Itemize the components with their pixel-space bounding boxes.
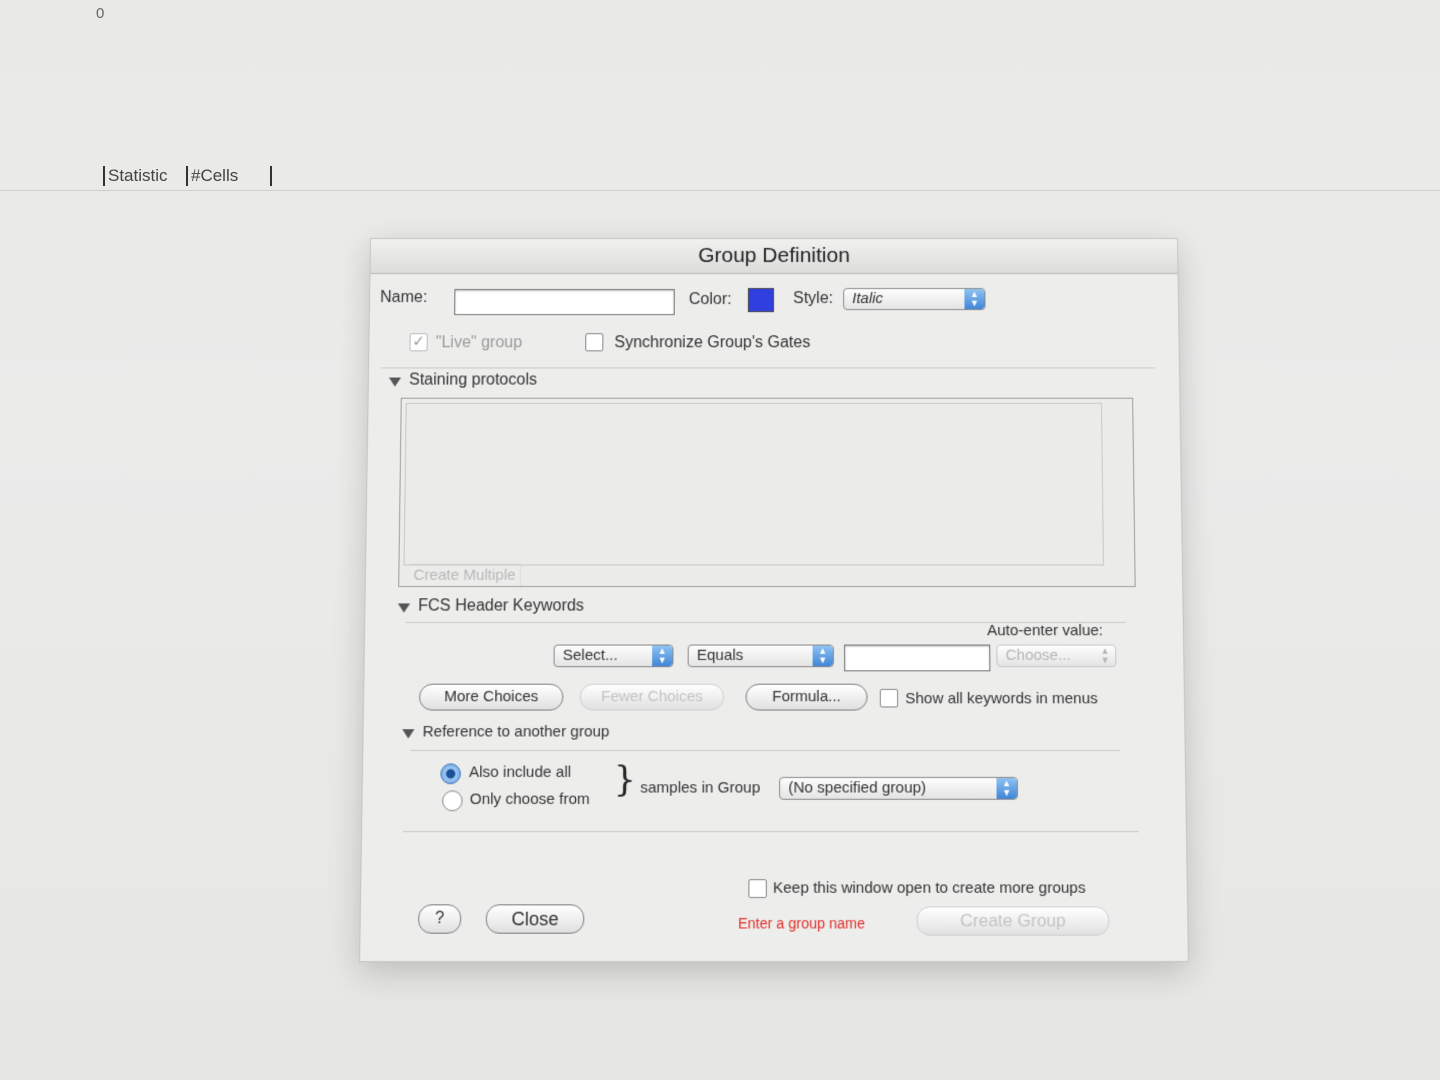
also-include-radio[interactable] [440,763,461,785]
style-label: Style: [793,290,834,308]
disclosure-triangle-icon[interactable] [388,377,402,387]
only-choose-label: Only choose from [469,790,590,809]
auto-enter-choose-popup[interactable]: Choose... ▲ ▼ [996,644,1117,668]
staining-protocols-heading: Staining protocols [408,371,538,389]
keyword-select-value: Select... [562,646,618,665]
popup-arrows-icon: ▲ ▼ [812,645,833,667]
operator-popup[interactable]: Equals ▲ ▼ [687,644,834,668]
group-definition-dialog: Group Definition Name: Color: Style: Ita… [359,238,1189,963]
sync-gates-checkbox[interactable] [585,333,604,352]
column-divider[interactable] [270,166,272,186]
keyword-value-input[interactable] [844,644,991,672]
auto-enter-choose-value: Choose... [1005,646,1071,665]
brace-glyph: } [613,758,637,800]
name-input[interactable] [454,289,675,316]
more-choices-button[interactable]: More Choices [418,683,564,711]
operator-value: Equals [696,646,744,665]
keyword-select-popup[interactable]: Select... ▲ ▼ [553,644,674,668]
show-all-keywords-label: Show all keywords in menus [905,689,1098,708]
popup-arrows-icon: ▲ ▼ [996,777,1017,799]
dialog-title: Group Definition [370,238,1178,274]
fewer-choices-button[interactable]: Fewer Choices [579,683,725,711]
live-group-checkbox[interactable]: ✓ [409,333,428,352]
disclosure-triangle-icon[interactable] [397,603,411,613]
only-choose-radio[interactable] [442,790,463,812]
name-label: Name: [379,289,428,307]
staining-list[interactable] [403,402,1104,566]
error-message: Enter a group name [738,914,866,932]
help-button[interactable]: ? [417,904,462,934]
column-header-statistic[interactable]: Statistic [103,166,168,186]
create-group-button[interactable]: Create Group [916,906,1110,936]
show-all-keywords-checkbox[interactable] [879,688,899,708]
color-label: Color: [688,291,732,309]
separator [410,749,1120,751]
separator [381,367,1155,369]
style-popup-value: Italic [852,290,884,308]
live-group-label: "Live" group [435,334,523,352]
popup-arrows-icon: ▲ ▼ [1100,645,1110,666]
fcs-keywords-heading: FCS Header Keywords [418,597,585,615]
keep-window-open-label: Keep this window open to create more gro… [772,879,1086,897]
keep-window-open-checkbox[interactable] [748,879,767,899]
style-popup[interactable]: Italic ▲ ▼ [843,288,986,311]
reference-group-popup[interactable]: (No specified group) ▲ ▼ [779,776,1019,800]
column-header-cells[interactable]: #Cells [186,166,238,186]
formula-button[interactable]: Formula... [745,683,868,711]
popup-arrows-icon: ▲ ▼ [964,289,985,310]
auto-enter-label: Auto-enter value: [987,621,1104,640]
reference-group-heading: Reference to another group [422,722,610,741]
samples-in-group-label: samples in Group [640,779,761,797]
create-multiple-button[interactable]: Create Multiple [409,563,521,587]
separator [402,831,1139,833]
disclosure-triangle-icon[interactable] [402,729,415,739]
sync-gates-label: Synchronize Group's Gates [614,334,811,352]
popup-arrows-icon: ▲ ▼ [652,645,673,667]
cell-value: 0 [96,5,105,22]
color-swatch-button[interactable] [747,288,774,313]
staining-protocols-panel: Create Multiple [398,397,1136,588]
also-include-label: Also include all [468,763,572,782]
close-button[interactable]: Close [485,904,585,934]
reference-group-value: (No specified group) [788,779,927,797]
